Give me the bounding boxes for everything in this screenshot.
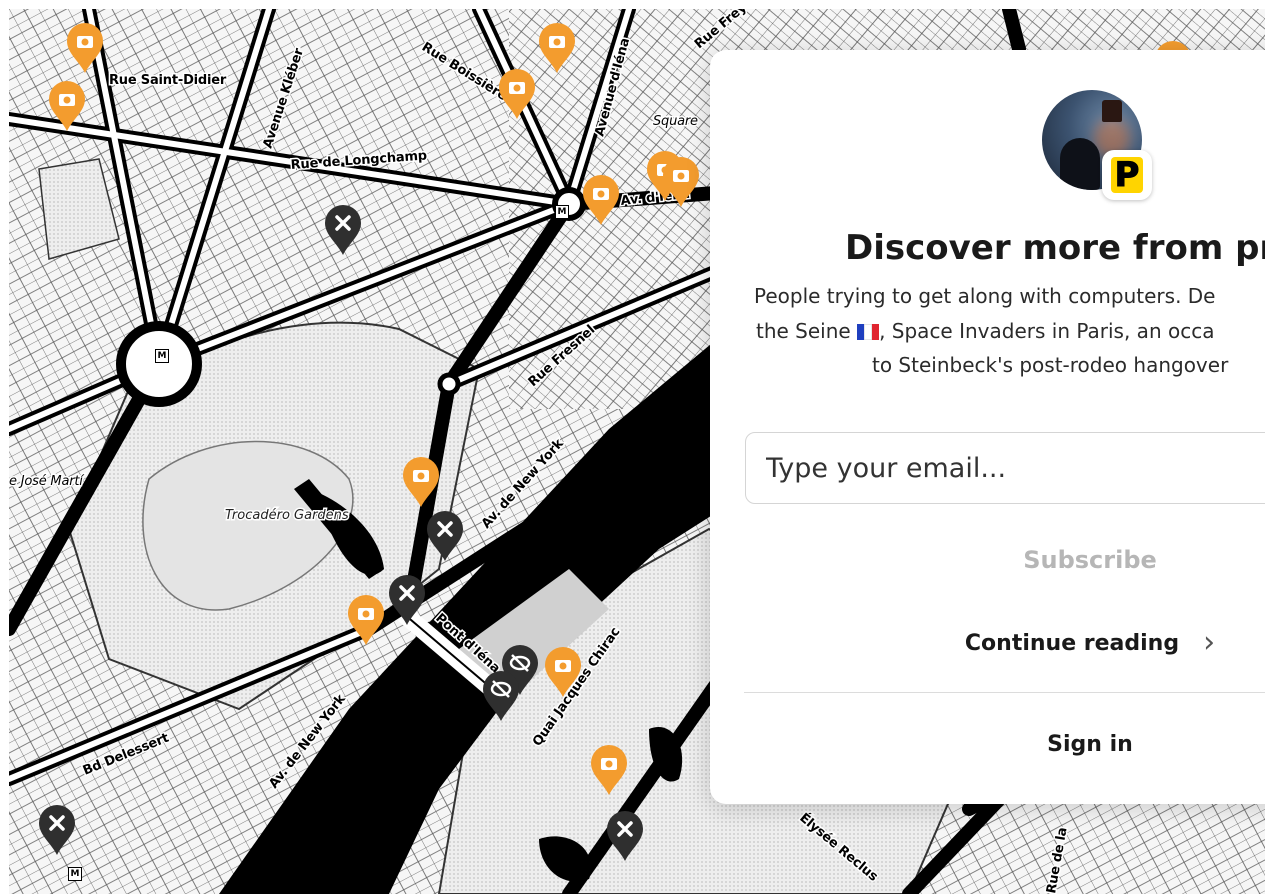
metro-icon[interactable]: M <box>555 205 569 219</box>
chevron-right-icon: › <box>1203 625 1216 660</box>
sign-in-button[interactable]: Sign in <box>910 716 1265 772</box>
description-line-3: to Steinbeck's post-rodeo hangover <box>872 353 1229 377</box>
continue-reading-label: Continue reading <box>964 630 1180 656</box>
photo-pin[interactable] <box>661 155 701 209</box>
person-silhouette <box>1060 138 1100 190</box>
photo-pin[interactable] <box>589 743 629 797</box>
camera-icon <box>545 647 581 697</box>
roundabout <box>437 372 461 396</box>
modal-title: Discover more from pr <box>845 228 1265 268</box>
continue-reading-button[interactable]: Continue reading › <box>910 616 1265 670</box>
x-icon <box>607 811 643 861</box>
camera-icon <box>663 157 699 207</box>
description-line-2: the Seine , Space Invaders in Paris, an … <box>756 319 1214 343</box>
photo-pin[interactable] <box>47 79 87 133</box>
camera-icon <box>539 23 575 73</box>
metro-icon[interactable]: M <box>68 867 82 881</box>
camera-icon <box>583 175 619 225</box>
lamp-shape <box>1102 100 1122 122</box>
camera-icon <box>499 69 535 119</box>
photo-pin[interactable] <box>581 173 621 227</box>
metro-icon[interactable]: M <box>155 349 169 363</box>
street-label-rue-saint-didier: Rue Saint-Didier <box>109 73 227 88</box>
subscribe-modal: P Discover more from pr People trying to… <box>710 50 1265 804</box>
camera-icon <box>403 457 439 507</box>
hidden-pin[interactable] <box>481 669 521 723</box>
street-label-square: Square <box>653 114 698 129</box>
photo-pin[interactable] <box>401 455 441 509</box>
photo-pin[interactable] <box>497 67 537 121</box>
closed-pin[interactable] <box>425 509 465 563</box>
publication-logo-letter: P <box>1110 157 1144 194</box>
closed-pin[interactable] <box>605 809 645 863</box>
camera-icon <box>591 745 627 795</box>
photo-pin[interactable] <box>537 21 577 75</box>
x-icon <box>389 575 425 625</box>
email-input[interactable] <box>745 432 1265 504</box>
park-label-trocadero-gardens: Trocadéro Gardens <box>225 508 349 523</box>
french-flag-icon <box>857 321 880 340</box>
photo-pin[interactable] <box>65 21 105 75</box>
closed-pin[interactable] <box>37 803 77 857</box>
eye-slash-icon <box>483 671 519 721</box>
x-icon <box>39 805 75 855</box>
photo-pin[interactable] <box>346 593 386 647</box>
x-icon <box>325 205 361 255</box>
description-text: , Space Invaders in Paris, an occa <box>879 319 1215 343</box>
description-line-1: People trying to get along with computer… <box>754 284 1216 308</box>
place-du-trocadero <box>116 321 202 407</box>
description-text: the Seine <box>756 319 851 343</box>
x-icon <box>427 511 463 561</box>
divider <box>744 692 1265 693</box>
closed-pin[interactable] <box>323 203 363 257</box>
camera-icon <box>49 81 85 131</box>
closed-pin[interactable] <box>387 573 427 627</box>
publication-logo-badge: P <box>1102 150 1152 200</box>
camera-icon <box>67 23 103 73</box>
publication-avatar: P <box>1040 88 1152 200</box>
street-label-rue-jose-marti: e José Martí <box>9 474 85 489</box>
camera-icon <box>348 595 384 645</box>
subscribe-button[interactable]: Subscribe <box>900 528 1265 592</box>
photo-pin[interactable] <box>543 645 583 699</box>
